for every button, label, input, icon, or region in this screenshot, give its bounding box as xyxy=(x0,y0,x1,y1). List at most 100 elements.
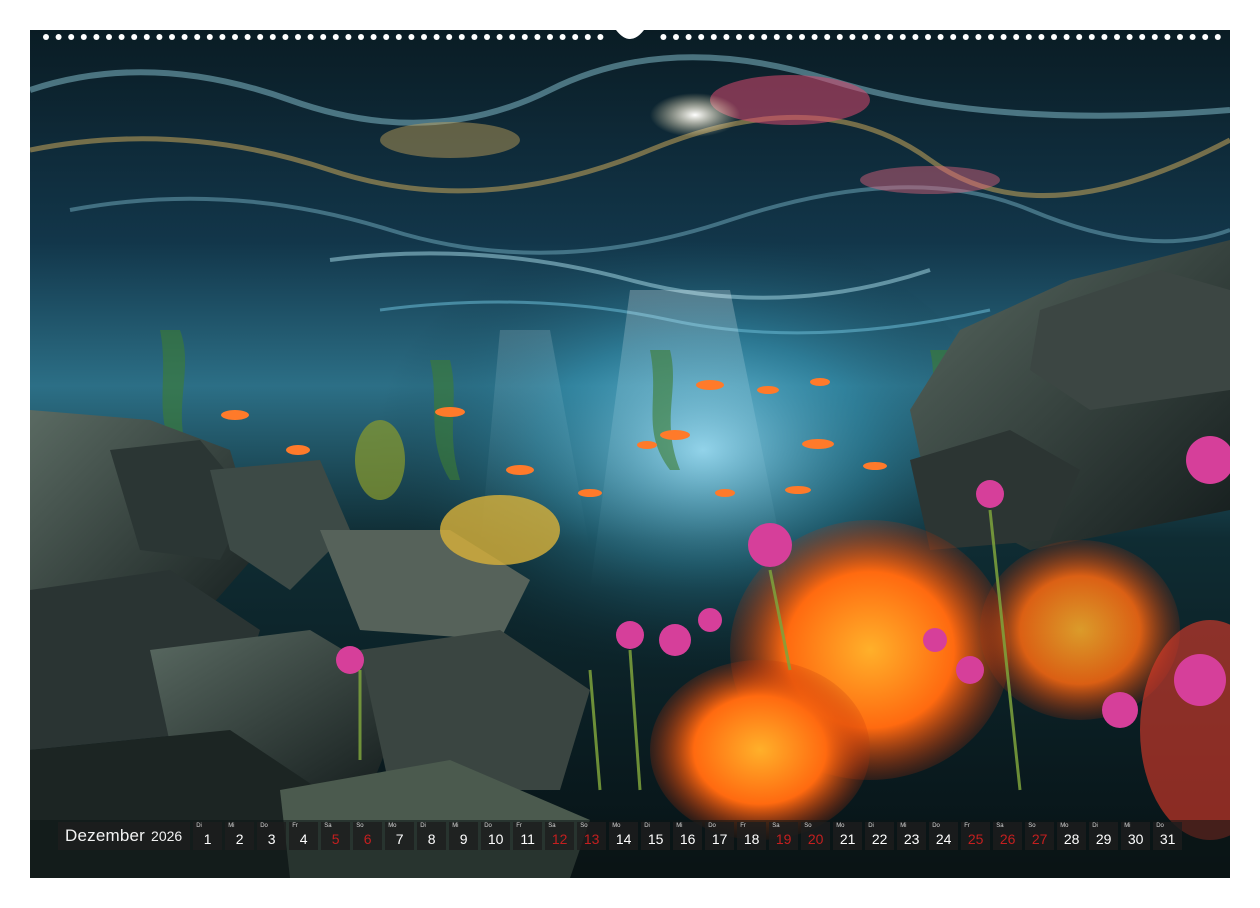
binding-hole xyxy=(68,34,75,40)
weekday-abbr: Di xyxy=(196,823,202,829)
day-number: 25 xyxy=(967,831,984,847)
day-number: 14 xyxy=(615,831,632,847)
binding-hole xyxy=(1000,34,1007,40)
binding-hole xyxy=(824,34,831,40)
day-number: 22 xyxy=(871,831,888,847)
day-cell: Sa 5 xyxy=(321,822,351,850)
binding-hole xyxy=(118,34,125,40)
binding-hole xyxy=(43,34,49,40)
weekday-abbr: Do xyxy=(1156,823,1164,829)
binding-hole xyxy=(912,34,919,40)
day-cell: Do 10 xyxy=(481,822,511,850)
weekday-abbr: So xyxy=(1028,823,1036,829)
weekday-abbr: Sa xyxy=(772,823,780,829)
binding-hole xyxy=(219,34,226,40)
binding-hole xyxy=(345,34,352,40)
binding-hole xyxy=(685,34,692,40)
day-number: 20 xyxy=(807,831,824,847)
binding-hole xyxy=(1063,34,1070,40)
weekday-abbr: Sa xyxy=(548,823,556,829)
day-cell: Di 22 xyxy=(865,822,895,850)
day-number: 9 xyxy=(459,831,468,847)
day-number: 16 xyxy=(679,831,696,847)
binding-hole xyxy=(143,34,150,40)
day-number: 1 xyxy=(203,831,212,847)
binding-hole xyxy=(988,34,994,40)
day-number: 21 xyxy=(839,831,856,847)
day-number: 5 xyxy=(331,831,340,847)
day-number: 6 xyxy=(363,831,372,847)
day-cell: Di 15 xyxy=(641,822,671,850)
binding-hole xyxy=(660,34,667,40)
binding-hole xyxy=(131,34,138,40)
binding-hole xyxy=(572,34,579,40)
binding-hole xyxy=(421,34,427,40)
binding-hole xyxy=(975,34,982,40)
day-number: 28 xyxy=(1063,831,1080,847)
underwater-scene-illustration xyxy=(30,30,1230,878)
binding-hole xyxy=(1151,34,1158,40)
day-number: 15 xyxy=(647,831,664,847)
weekday-abbr: Di xyxy=(644,823,650,829)
binding-hole xyxy=(1114,34,1120,40)
binding-hole xyxy=(1088,34,1095,40)
binding-hole xyxy=(584,34,591,40)
binding-hole xyxy=(370,34,377,40)
day-cell: Fr 4 xyxy=(289,822,319,850)
day-cell: Mo 28 xyxy=(1057,822,1087,850)
binding-hole xyxy=(547,34,553,40)
day-cell: Do 3 xyxy=(257,822,287,850)
weekday-abbr: Do xyxy=(484,823,492,829)
binding-hole xyxy=(307,34,314,40)
binding-hole xyxy=(836,34,843,40)
month-label: Dezember 2026 xyxy=(58,822,191,850)
day-number: 18 xyxy=(743,831,760,847)
day-cell: Mi 16 xyxy=(673,822,703,850)
binding-hole xyxy=(950,34,957,40)
day-number: 11 xyxy=(520,831,535,847)
weekday-abbr: Do xyxy=(260,823,268,829)
binding-hole xyxy=(471,34,478,40)
binding-hole xyxy=(799,34,805,40)
binding-hole xyxy=(811,34,818,40)
day-number: 7 xyxy=(395,831,404,847)
day-cell: So 20 xyxy=(801,822,831,850)
weekday-abbr: Mo xyxy=(1060,823,1069,829)
weekday-abbr: Fr xyxy=(740,823,746,829)
binding-hole xyxy=(169,34,175,40)
binding-hole xyxy=(887,34,894,40)
month-year: 2026 xyxy=(151,828,183,844)
binding-hole xyxy=(106,34,112,40)
binding-hole xyxy=(1013,34,1020,40)
binding-hole xyxy=(937,34,944,40)
binding-hole xyxy=(786,34,793,40)
day-cell: Mo 21 xyxy=(833,822,863,850)
day-cell: Do 24 xyxy=(929,822,959,850)
binding-hole xyxy=(93,34,100,40)
binding-hole xyxy=(358,34,364,40)
weekday-abbr: Mo xyxy=(612,823,621,829)
day-cell: Fr 18 xyxy=(737,822,767,850)
day-cell: Di 8 xyxy=(417,822,447,850)
weekday-abbr: Di xyxy=(868,823,874,829)
binding-hole xyxy=(1164,34,1171,40)
day-number: 3 xyxy=(267,831,276,847)
binding-hole xyxy=(181,34,188,40)
day-cell: Do 17 xyxy=(705,822,735,850)
binding-hole xyxy=(458,34,465,40)
binding-hole xyxy=(748,34,755,40)
binding-hole xyxy=(723,34,730,40)
binding-hole xyxy=(269,34,276,40)
binding-hole xyxy=(1025,34,1032,40)
binding-hole xyxy=(1076,34,1083,40)
day-cell: Mi 23 xyxy=(897,822,927,850)
day-cell: Mo 14 xyxy=(609,822,639,850)
weekday-abbr: So xyxy=(356,823,364,829)
binding-hole xyxy=(1126,34,1133,40)
weekday-abbr: Fr xyxy=(292,823,298,829)
binding-hole xyxy=(383,34,390,40)
day-cell: So 13 xyxy=(577,822,607,850)
binding-hole xyxy=(1101,34,1108,40)
binding-hole xyxy=(597,34,604,40)
day-number: 2 xyxy=(235,831,244,847)
